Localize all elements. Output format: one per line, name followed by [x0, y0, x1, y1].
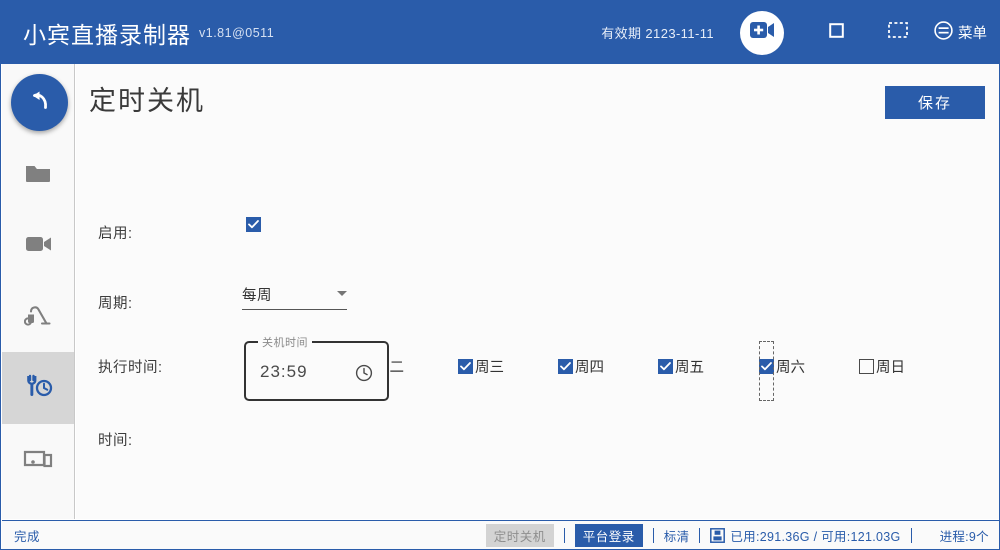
sidebar-item-clean[interactable]: [2, 281, 74, 353]
divider: [652, 527, 654, 543]
check-icon: [248, 220, 259, 229]
vacuum-cleaner-icon: [23, 302, 52, 333]
weekday-label: 周六: [776, 360, 805, 376]
clock-icon[interactable]: [355, 364, 373, 387]
menu-label: 菜单: [958, 26, 987, 42]
check-icon: [460, 362, 471, 371]
main-content: 定时关机 保存 启用: 周期: 每周 执行时间: 周一: [76, 64, 999, 519]
checkbox-box: [458, 359, 473, 374]
title-bar-actions: 有效期 2123-11-11 菜单: [601, 1, 999, 64]
weekday-checkbox-thu[interactable]: 周四: [558, 356, 604, 377]
video-camera-icon: [25, 234, 52, 259]
enable-label: 启用:: [98, 226, 133, 242]
weekday-label: 周三: [475, 360, 504, 376]
divider: [563, 527, 565, 543]
check-icon: [660, 362, 671, 371]
weekday-label: 周四: [575, 360, 604, 376]
scheduled-shutdown-pill[interactable]: 定时关机: [485, 523, 554, 547]
disk-usage: 已用:291.36G / 可用:121.03G: [730, 529, 901, 544]
add-camera-button[interactable]: [740, 10, 784, 55]
wrench-clock-icon: [22, 373, 54, 404]
focus-indicator: [759, 341, 774, 401]
square-icon: [828, 22, 844, 43]
quality-label[interactable]: 标清: [664, 526, 690, 545]
folder-icon: [25, 162, 51, 189]
status-bar: 完成 定时关机 平台登录 标清 已用:291.36G / 可用:121.03G …: [2, 520, 999, 549]
app-title: 小宾直播录制器: [23, 21, 191, 48]
status-message: 完成: [14, 529, 41, 544]
dashed-rectangle-icon: [888, 22, 908, 43]
page-title: 定时关机: [89, 86, 205, 116]
back-arrow-icon: [27, 87, 53, 118]
process-count: 进程:9个: [939, 529, 989, 544]
platform-login-pill[interactable]: 平台登录: [574, 523, 643, 547]
maximize-button[interactable]: [816, 13, 856, 53]
app-version: v1.81@0511: [199, 25, 275, 40]
region-capture-button[interactable]: [878, 13, 918, 53]
sidebar-item-folder[interactable]: [2, 139, 74, 211]
divider: [699, 527, 701, 543]
divider: [910, 527, 912, 543]
period-label: 周期:: [98, 296, 133, 312]
checkbox-box: [859, 359, 874, 374]
weekday-label: 周日: [876, 360, 905, 376]
shutdown-time-value: 23:59: [260, 362, 308, 381]
status-bar-right: 定时关机 平台登录 标清 已用:291.36G / 可用:121.03G 进程:…: [485, 521, 999, 550]
enable-checkbox[interactable]: [246, 217, 261, 232]
checkbox-box: [658, 359, 673, 374]
monitor-device-icon: [23, 449, 53, 476]
shutdown-time-input[interactable]: 关机时间 23:59: [244, 334, 389, 401]
shutdown-time-legend: 关机时间: [258, 334, 312, 350]
weekday-checkbox-wed[interactable]: 周三: [458, 356, 504, 377]
weekday-checkbox-fri[interactable]: 周五: [658, 356, 704, 377]
sidebar-item-device[interactable]: [2, 426, 74, 498]
save-button[interactable]: 保存: [885, 86, 985, 119]
sidebar: [2, 64, 75, 519]
sidebar-item-record[interactable]: [2, 210, 74, 282]
app-window: 小宾直播录制器 v1.81@0511 有效期 2123-11-11 菜单 定时关…: [0, 0, 1000, 550]
time-label: 时间:: [98, 433, 133, 449]
license-expiry: 有效期 2123-11-11: [601, 26, 714, 41]
title-bar: 小宾直播录制器 v1.81@0511 有效期 2123-11-11 菜单: [1, 1, 999, 64]
menu-button[interactable]: 菜单: [934, 13, 987, 53]
sidebar-item-scheduled-shutdown[interactable]: [2, 352, 74, 424]
disk-icon: [710, 527, 726, 543]
weekday-label: 周五: [675, 360, 704, 376]
add-camera-icon: [749, 20, 775, 45]
weekday-checkbox-sun[interactable]: 周日: [859, 356, 905, 377]
checkbox-box: [558, 359, 573, 374]
period-value: 每周: [242, 288, 272, 304]
check-icon: [560, 362, 571, 371]
chevron-down-icon: [337, 291, 347, 296]
back-button[interactable]: [11, 74, 68, 131]
hamburger-icon: [934, 20, 953, 45]
exec-time-label: 执行时间:: [98, 360, 163, 376]
period-dropdown[interactable]: 每周: [242, 284, 347, 310]
